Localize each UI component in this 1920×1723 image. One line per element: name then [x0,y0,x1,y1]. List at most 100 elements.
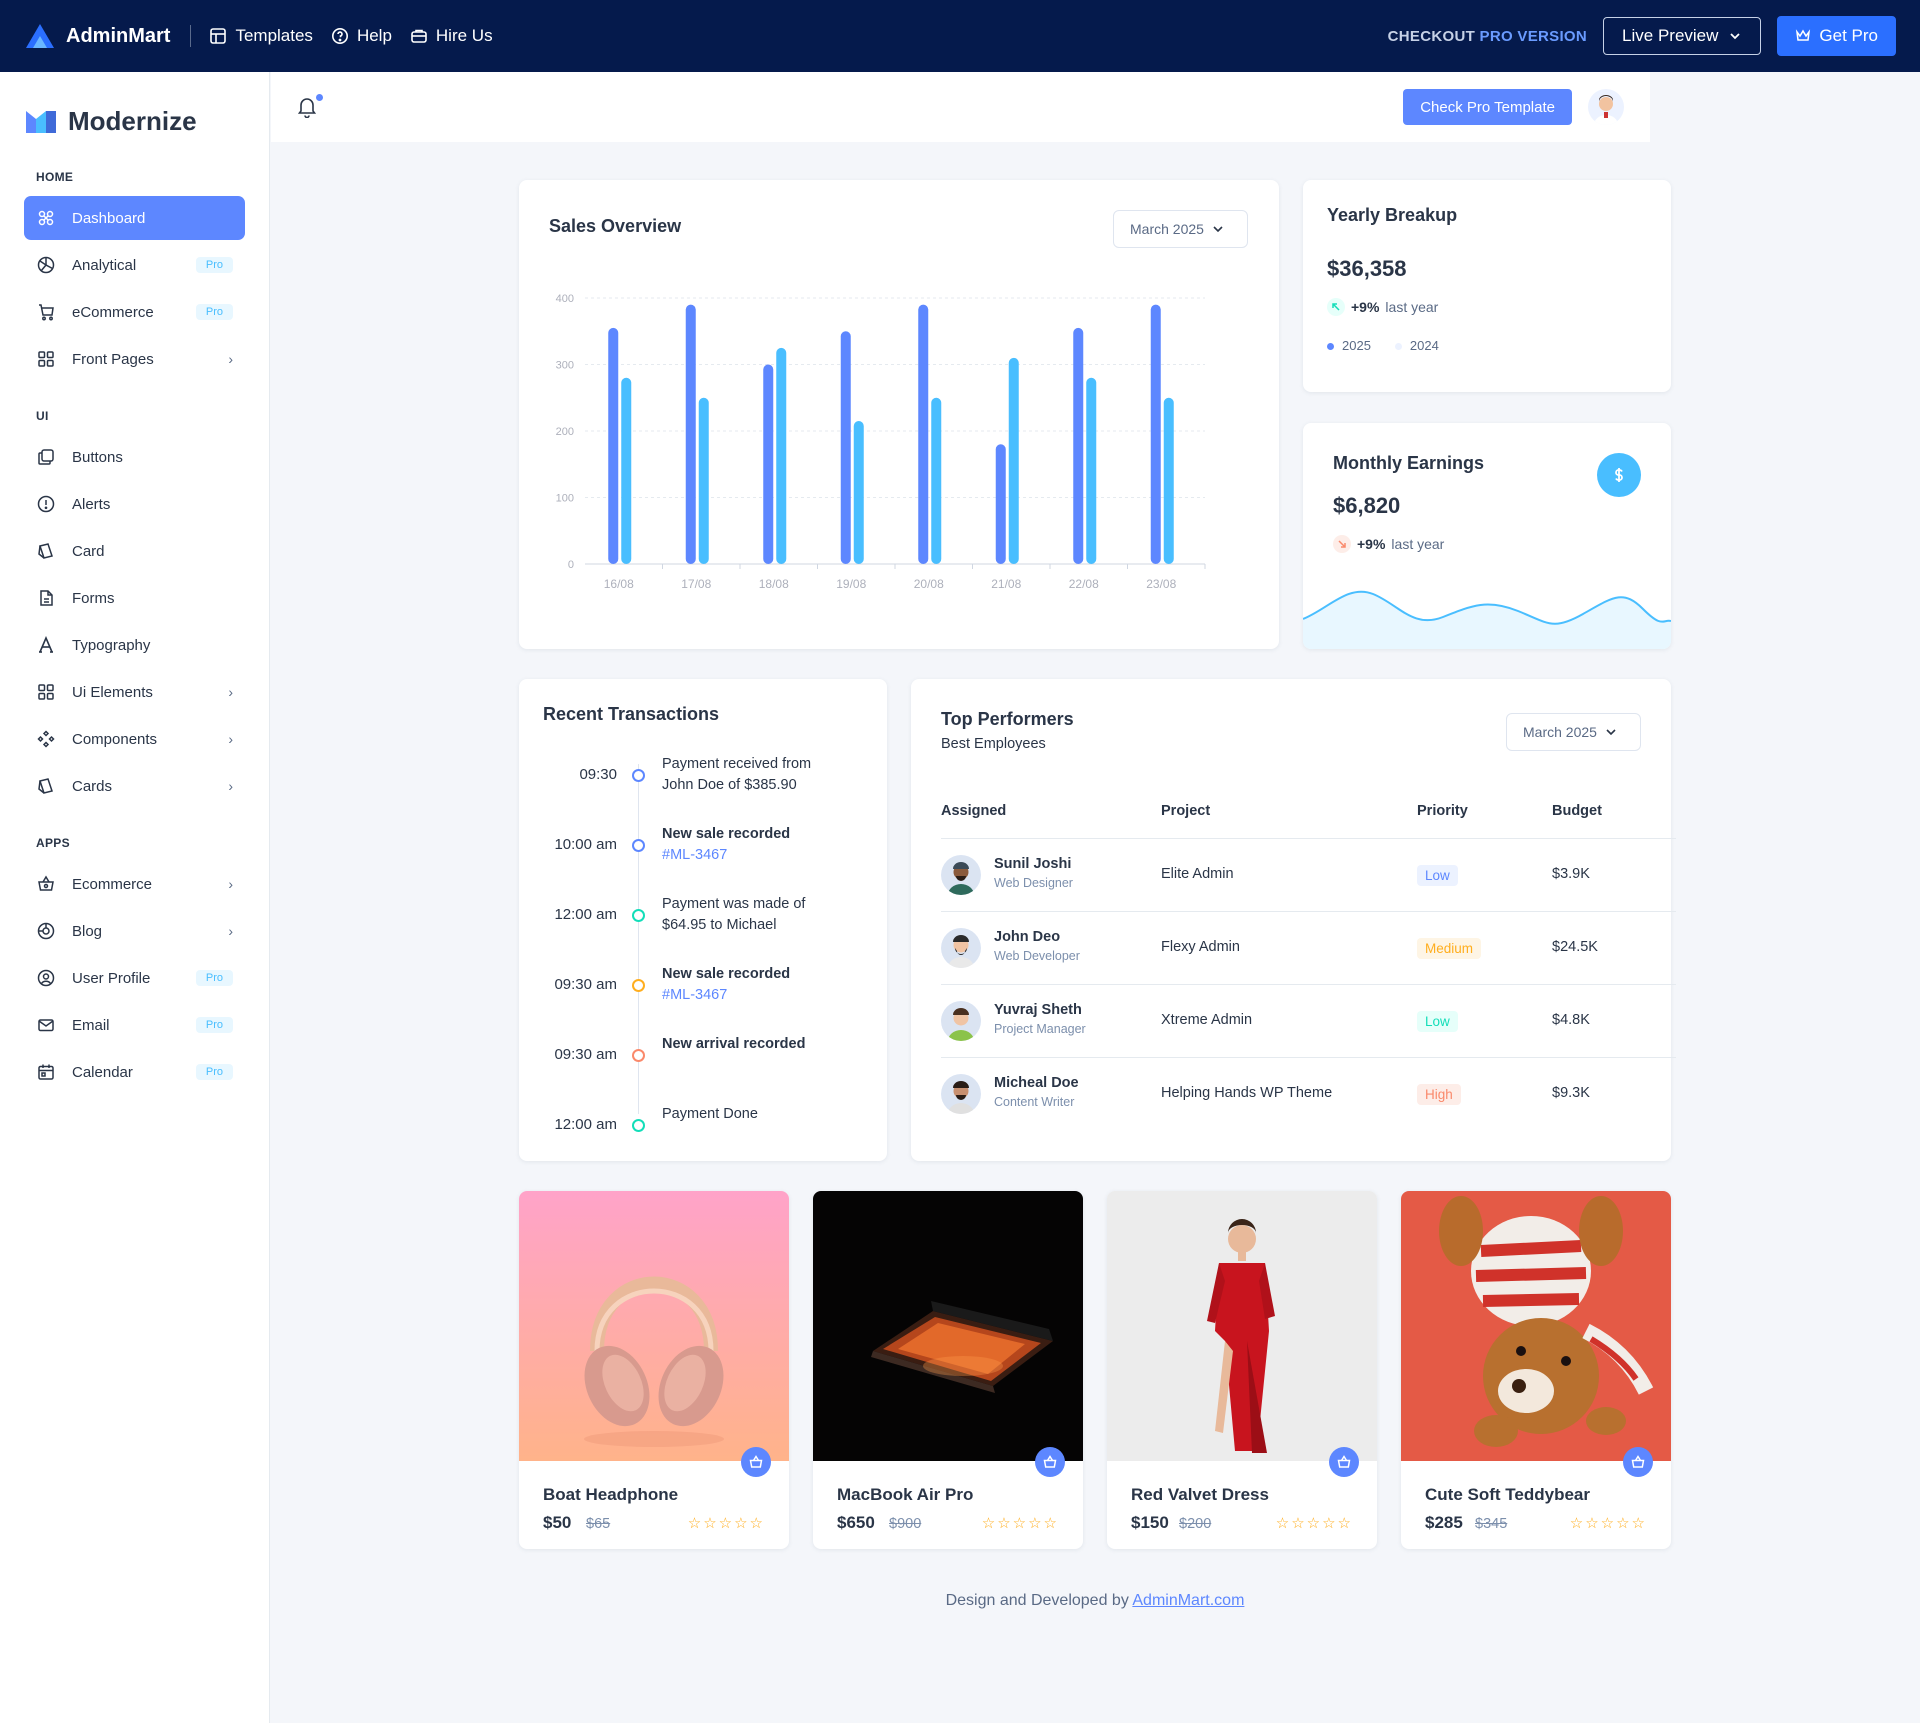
column-header-project: Project [1161,803,1211,819]
sidebar-item-cards[interactable]: Cards › [24,764,245,808]
bar-series-1-16-08 [608,327,619,564]
sidebar-item-ui-elements[interactable]: Ui Elements › [24,670,245,714]
sidebar-item-ecommerce-app[interactable]: Ecommerce › [24,862,245,906]
product-old-price: $345 [1475,1516,1508,1532]
table-row: Micheal Doe Content Writer Helping Hands… [941,1057,1676,1130]
sidebar-item-buttons[interactable]: Buttons [24,435,245,479]
get-pro-button[interactable]: Get Pro [1777,16,1896,56]
product-name[interactable]: Red Valvet Dress [1131,1485,1269,1505]
checkout-pro-link[interactable]: CHECKOUT PRO VERSION [1388,28,1587,45]
earnings-sparkline [1303,590,1671,649]
basket-icon [749,1455,763,1468]
timeline-item: 09:30 am New sale recorded #ML-3467 [519,964,887,1014]
table-row: Sunil Joshi Web Designer Elite Admin Low… [941,838,1676,911]
sidebar-item-blog[interactable]: Blog › [24,909,245,953]
sidebar-item-typography[interactable]: Typography [24,623,245,667]
layout-grid-icon [36,349,56,369]
product-name[interactable]: Boat Headphone [543,1485,678,1505]
bar-series-2-18-08 [776,347,787,564]
add-to-cart-button[interactable] [1329,1447,1359,1477]
sidebar-item-components[interactable]: Components › [24,717,245,761]
transaction-link[interactable]: #ML-3467 [662,985,832,1006]
product-card[interactable]: MacBook Air Pro $650 $900 ☆☆☆☆☆ [813,1191,1083,1549]
add-to-cart-button[interactable] [1035,1447,1065,1477]
hire-us-link[interactable]: Hire Us [410,26,493,46]
sidebar-item-label: User Profile [72,969,151,987]
top-performers-subtitle: Best Employees [941,736,1046,752]
timeline-time: 09:30 am [554,1046,617,1063]
live-preview-button[interactable]: Live Preview [1603,17,1762,55]
sidebar-item-front-pages[interactable]: Front Pages › [24,337,245,381]
timeline-text: New sale recorded #ML-3467 [662,964,832,1006]
bar-series-2-16-08 [621,377,632,564]
chevron-right-icon: › [228,351,233,367]
alert-circle-icon [36,494,56,514]
y-tick-label: 300 [556,360,574,372]
yearly-breakup-title: Yearly Breakup [1327,205,1458,225]
pro-badge: Pro [195,970,233,986]
sidebar-item-analytical[interactable]: Analytical Pro [24,243,245,287]
product-card[interactable]: Cute Soft Teddybear $285 $345 ☆☆☆☆☆ [1401,1191,1671,1549]
performers-month-select[interactable]: March 2025 [1506,713,1641,751]
file-text-icon [36,588,56,608]
transaction-link[interactable]: #ML-3467 [662,845,832,866]
product-card[interactable]: Red Valvet Dress $150 $200 ☆☆☆☆☆ [1107,1191,1377,1549]
sidebar-item-forms[interactable]: Forms [24,576,245,620]
product-card[interactable]: Boat Headphone $50 $65 ☆☆☆☆☆ [519,1191,789,1549]
sidebar-item-card[interactable]: Card [24,529,245,573]
templates-link[interactable]: Templates [209,26,313,46]
sidebar-item-calendar[interactable]: Calendar Pro [24,1050,245,1094]
priority-badge: Low [1417,1011,1458,1032]
top-performers-card: Top Performers Best Employees March 2025… [911,679,1676,1161]
yearly-change-label: last year [1385,299,1439,315]
project-name: Flexy Admin [1161,939,1240,955]
add-to-cart-button[interactable] [1623,1447,1653,1477]
add-to-cart-button[interactable] [741,1447,771,1477]
footer-link[interactable]: AdminMart.com [1132,1592,1244,1609]
chevron-down-icon [1606,729,1616,736]
sidebar-item-label: Ecommerce [72,875,153,893]
sales-bar-chart: 0 100 200 300 400 16/08 17/08 18/08 19/08 20/08 21… [556,293,1206,591]
timeline-time: 12:00 am [554,906,617,923]
user-avatar[interactable] [1588,89,1624,125]
timeline-dot [632,1049,645,1062]
typography-icon [36,635,56,655]
user-circle-icon [36,968,56,988]
bar-series-2-22-08 [1086,377,1097,564]
adminmart-logo[interactable]: AdminMart [24,22,170,50]
timeline-line1: New sale recorded [662,966,791,982]
timeline-time: 09:30 [579,766,617,783]
y-tick-label: 200 [556,426,574,438]
timeline-text: New arrival recorded [662,1034,832,1055]
bell-icon[interactable] [297,96,317,118]
sidebar-item-user-profile[interactable]: User Profile Pro [24,956,245,1000]
chart-icon [36,255,56,275]
sidebar-item-email[interactable]: Email Pro [24,1003,245,1047]
priority-badge: Low [1417,865,1458,886]
yearly-change: +9% last year [1327,298,1438,316]
priority-badge: Medium [1417,938,1482,959]
chevron-down-icon [1730,33,1741,40]
recent-transactions-title: Recent Transactions [543,704,720,724]
modernize-logo[interactable]: Modernize [0,72,269,148]
help-link[interactable]: Help [331,26,392,46]
product-name[interactable]: Cute Soft Teddybear [1425,1485,1590,1505]
table-row: Yuvraj Sheth Project Manager Xtreme Admi… [941,984,1676,1057]
recent-transactions-card: Recent Transactions 09:30 Payment receiv… [519,679,887,1161]
copy-icon [36,447,56,467]
product-price: $285 [1425,1513,1463,1532]
sidebar-item-dashboard[interactable]: Dashboard [24,196,245,240]
chevron-right-icon: › [228,778,233,794]
sidebar-item-ecommerce[interactable]: eCommerce Pro [24,290,245,334]
check-pro-template-button[interactable]: Check Pro Template [1403,89,1572,125]
sidebar-item-alerts[interactable]: Alerts [24,482,245,526]
product-name[interactable]: MacBook Air Pro [837,1485,973,1505]
sidebar-item-label: Forms [72,589,115,607]
legend-item: 2025 [1327,338,1371,353]
bar-series-1-17-08 [685,304,696,564]
monthly-change-value: +9% [1357,536,1386,552]
sidebar-item-label: Components [72,730,158,748]
timeline-time: 09:30 am [554,976,617,993]
rating-stars: ☆☆☆☆☆ [687,1515,765,1532]
column-header-budget: Budget [1552,803,1602,819]
